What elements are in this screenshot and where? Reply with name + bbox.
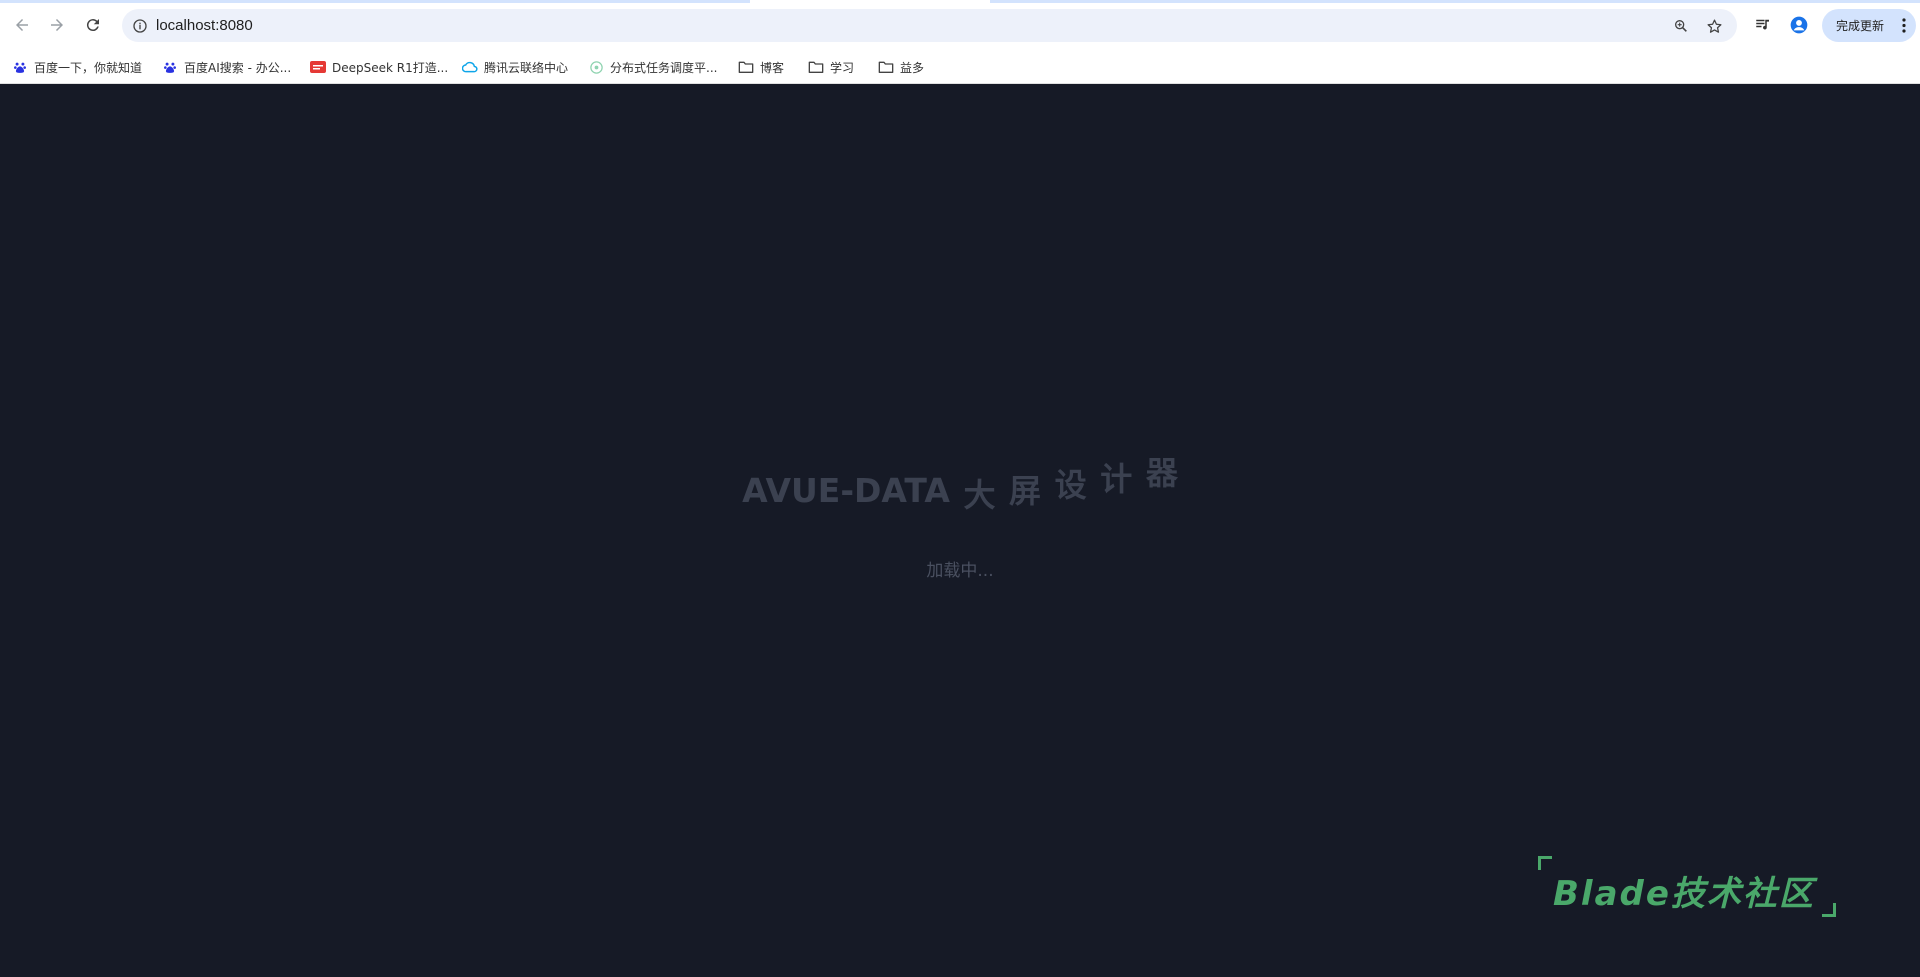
- bookmark-label: 腾讯云联络中心: [484, 60, 569, 75]
- browser-toolbar: localhost:8080 完成更新: [0, 0, 1920, 50]
- bookmarks-bar: 百度一下，你就知道 百度AI搜索 - 办公... DeepSeek R1打造..…: [0, 50, 1920, 84]
- info-icon[interactable]: [130, 16, 150, 36]
- loading-text: 加载中...: [926, 561, 994, 581]
- bookmark-folder[interactable]: 博客: [738, 50, 784, 84]
- title-char: 屏: [1009, 472, 1042, 510]
- loading-screen: AVUE-DATA 大 屏 设 计 器 加载中... Blade技术社区: [0, 84, 1920, 977]
- media-icon[interactable]: [1752, 14, 1774, 36]
- address-bar[interactable]: localhost:8080: [122, 9, 1737, 42]
- baidu-paw-icon: [162, 59, 178, 75]
- folder-icon: [738, 59, 754, 75]
- update-label: 完成更新: [1836, 19, 1885, 33]
- title-char: 器: [1145, 454, 1178, 492]
- tab-strip: [990, 0, 1920, 3]
- bookmark-label: 学习: [830, 60, 855, 75]
- title-en: AVUE-DATA: [742, 471, 950, 510]
- bookmark-folder[interactable]: 学习: [808, 50, 854, 84]
- bookmark-item[interactable]: 百度AI搜索 - 办公...: [162, 50, 291, 84]
- loading-title: AVUE-DATA 大 屏 设 计 器: [0, 454, 1920, 514]
- title-char: 大: [963, 476, 996, 514]
- folder-icon: [878, 59, 894, 75]
- cloud-icon: [462, 59, 478, 75]
- url-text[interactable]: localhost:8080: [156, 17, 253, 34]
- bracket-icon: [1822, 903, 1836, 917]
- baidu-paw-icon: [12, 59, 28, 75]
- back-icon: [16, 19, 28, 31]
- kebab-icon: [1902, 18, 1906, 33]
- star-icon[interactable]: [1703, 15, 1725, 37]
- profile-icon[interactable]: [1788, 14, 1810, 36]
- zoom-icon[interactable]: [1670, 15, 1692, 37]
- bookmark-label: 益多: [900, 60, 925, 75]
- bookmark-item[interactable]: DeepSeek R1打造...: [310, 50, 448, 84]
- reload-icon: [86, 19, 99, 32]
- brand-logo: Blade技术社区: [1535, 854, 1836, 924]
- bookmark-label: 分布式任务调度平...: [610, 60, 718, 75]
- bookmark-folder[interactable]: 益多: [878, 50, 924, 84]
- title-char: 设: [1054, 466, 1087, 504]
- update-button[interactable]: 完成更新: [1822, 9, 1916, 42]
- back-button[interactable]: [9, 12, 35, 38]
- reload-button[interactable]: [80, 12, 106, 38]
- bracket-icon: [1538, 856, 1552, 870]
- forward-icon: [51, 19, 63, 31]
- bookmark-item[interactable]: 分布式任务调度平...: [588, 50, 717, 84]
- red-badge-icon: [310, 59, 326, 75]
- bookmark-label: 百度AI搜索 - 办公...: [184, 60, 292, 75]
- folder-icon: [808, 59, 824, 75]
- tab-strip: [0, 0, 750, 3]
- bookmark-label: 百度一下，你就知道: [34, 60, 143, 75]
- brand-text: Blade技术社区: [1553, 874, 1815, 914]
- bookmark-item[interactable]: 百度一下，你就知道: [12, 50, 142, 84]
- bookmark-item[interactable]: 腾讯云联络中心: [462, 50, 568, 84]
- gear-badge-icon: [588, 59, 604, 75]
- forward-button[interactable]: [44, 12, 70, 38]
- title-char: 计: [1100, 460, 1133, 498]
- bookmark-label: DeepSeek R1打造...: [332, 60, 449, 75]
- bookmark-label: 博客: [760, 60, 785, 75]
